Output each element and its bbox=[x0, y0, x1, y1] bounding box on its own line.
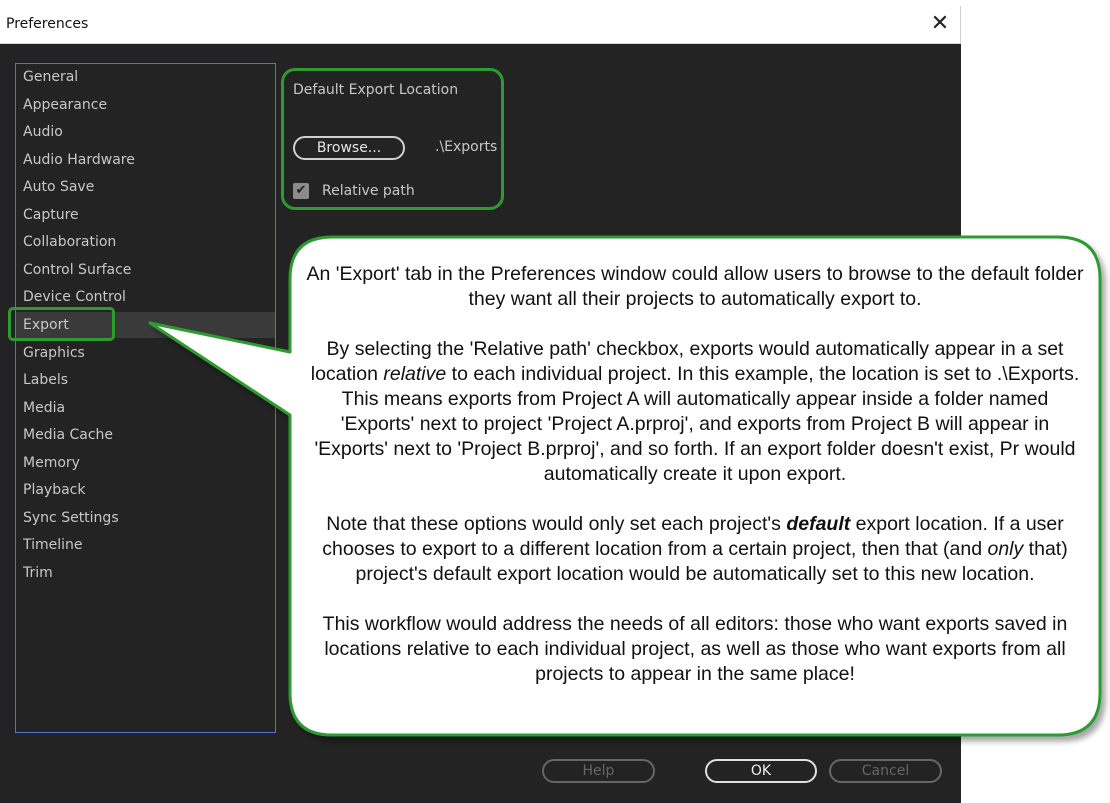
callout-paragraph: This workflow would address the needs of… bbox=[305, 612, 1085, 687]
callout-paragraph: An 'Export' tab in the Preferences windo… bbox=[305, 262, 1085, 312]
callout-text: An 'Export' tab in the Preferences windo… bbox=[305, 262, 1085, 687]
callout-emphasis-relative: relative bbox=[383, 363, 447, 385]
callout-paragraph: Note that these options would only set e… bbox=[305, 512, 1085, 587]
callout-text-4: This workflow would address the needs of… bbox=[322, 613, 1068, 685]
callout-text-1: An 'Export' tab in the Preferences windo… bbox=[306, 263, 1084, 310]
callout-paragraph: By selecting the 'Relative path' checkbo… bbox=[305, 337, 1085, 487]
callout-emphasis-only: only bbox=[987, 538, 1024, 560]
callout-text-3a: Note that these options would only set e… bbox=[326, 513, 787, 535]
callout-emphasis-default: default bbox=[786, 513, 851, 535]
